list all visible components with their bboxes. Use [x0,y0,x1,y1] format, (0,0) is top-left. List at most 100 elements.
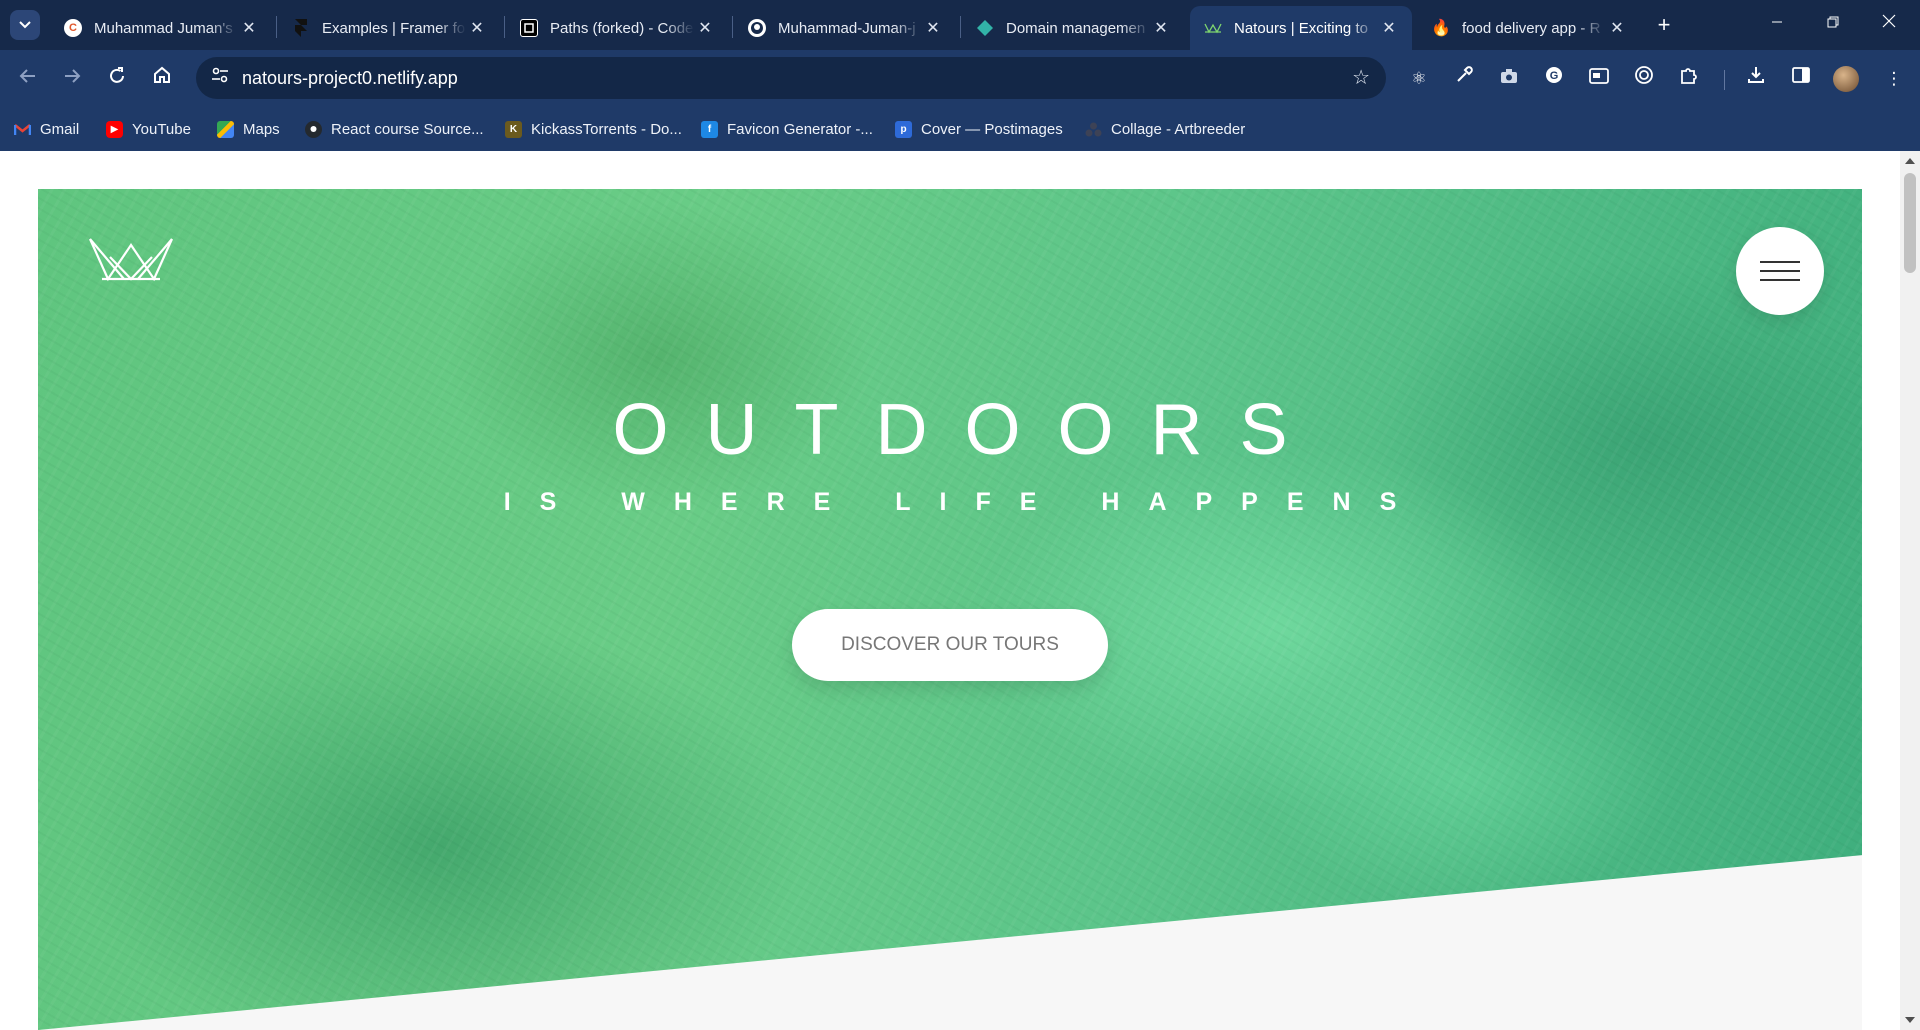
close-icon[interactable]: ✕ [238,18,260,38]
tab-search-button[interactable] [10,10,40,40]
back-button[interactable] [13,64,43,94]
hamburger-line [1760,261,1800,263]
bookmark-label: React course Source... [331,120,484,138]
arrow-right-icon [65,69,81,83]
reload-button[interactable] [102,64,132,94]
download-icon[interactable] [1742,65,1770,93]
bookmark-maps[interactable]: Maps [217,118,280,140]
close-icon [1882,14,1896,28]
home-icon [154,66,170,83]
extensions-puzzle-icon[interactable] [1675,65,1703,93]
tab-separator [504,16,505,38]
react-devtools-icon[interactable]: ⚛ [1405,65,1433,93]
bookmark-label: YouTube [132,120,191,138]
tab-title: food delivery app - R [1462,19,1601,37]
hamburger-line [1760,279,1800,281]
scroll-up-arrow-icon[interactable] [1905,158,1915,164]
kickass-icon: K [505,120,522,138]
discover-tours-button[interactable]: DISCOVER OUR TOURS [792,609,1108,681]
bookmark-star-icon[interactable]: ☆ [1352,65,1370,90]
profile-avatar[interactable] [1833,66,1859,92]
bookmark-youtube[interactable]: ▶ YouTube [106,118,191,140]
netlify-diamond-icon [976,19,994,37]
artbreeder-icon [1085,121,1102,138]
postimages-icon: p [895,120,912,138]
bookmark-postimages[interactable]: p Cover — Postimages [895,118,1063,140]
bookmark-label: KickassTorrents - Do... [531,120,682,138]
close-icon[interactable]: ✕ [922,18,944,38]
record-circle-icon[interactable] [1630,65,1658,93]
bookmark-favicon-generator[interactable]: f Favicon Generator -... [701,118,873,140]
site-settings-icon[interactable] [208,66,232,90]
tab-natours[interactable]: Natours | Exciting to ✕ [1190,6,1412,50]
tab-separator [732,16,733,38]
new-tab-button[interactable]: + [1650,12,1678,40]
arrow-left-icon [19,69,35,83]
maps-icon [217,120,234,138]
minimize-button[interactable] [1754,8,1800,40]
grammar-extension-icon[interactable]: G [1540,65,1568,93]
bookmark-label: Gmail [40,120,80,138]
bookmark-label: Collage - Artbreeder [1111,120,1246,138]
bookmark-label: Cover — Postimages [921,120,1063,138]
url-text[interactable]: natours-project0.netlify.app [242,68,458,89]
screenshot-camera-icon[interactable] [1495,65,1523,93]
chevron-down-icon [19,21,31,29]
natours-crown-logo-icon[interactable] [88,237,174,283]
tab-domain-management[interactable]: Domain managemen ✕ [962,6,1184,50]
close-icon[interactable]: ✕ [1150,18,1172,38]
forward-button[interactable] [57,64,87,94]
favicon-generator-icon: f [701,120,718,138]
hamburger-menu-button[interactable] [1736,227,1824,315]
tab-title: Muhammad-Juman-j [778,19,916,37]
tab-food-delivery[interactable]: 🔥 food delivery app - R ✕ [1418,6,1640,50]
tab-title: Paths (forked) - Code [550,19,694,37]
bookmarks-bar: Gmail ▶ YouTube Maps React course Source… [0,108,1920,151]
close-icon[interactable]: ✕ [466,18,488,38]
color-picker-icon[interactable] [1450,65,1478,93]
hero-title-main: OUTDOORS [612,390,1325,470]
bookmark-gmail[interactable]: Gmail [14,118,79,140]
tab-strip: C Muhammad Juman's ✕ Examples | Framer f… [0,0,1920,50]
address-bar[interactable]: natours-project0.netlify.app ☆ [196,57,1386,99]
bookmark-kickass[interactable]: K KickassTorrents - Do... [505,118,682,140]
bookmark-label: Favicon Generator -... [727,120,873,138]
bookmark-artbreeder[interactable]: Collage - Artbreeder [1085,118,1245,140]
hamburger-line [1760,270,1800,272]
close-icon[interactable]: ✕ [694,18,716,38]
tab-framer-examples[interactable]: Examples | Framer for ✕ [278,6,500,50]
close-icon[interactable]: ✕ [1606,18,1628,38]
toolbar-separator [1724,70,1725,90]
svg-text:G: G [1550,70,1559,82]
tab-paths-forked[interactable]: Paths (forked) - Code ✕ [506,6,728,50]
minimize-icon [1772,21,1782,23]
github-icon [305,120,322,138]
page-scrollbar[interactable] [1900,151,1920,1030]
framer-icon [292,19,310,37]
kebab-menu-icon[interactable]: ⋮ [1880,65,1908,93]
tab-separator [276,16,277,38]
tab-title: Examples | Framer for [322,19,466,37]
bookmark-label: Maps [243,120,280,138]
hero-title-sub: IS WHERE LIFE HAPPENS [503,488,1426,516]
close-window-button[interactable] [1866,8,1912,40]
browser-chrome: C Muhammad Juman's ✕ Examples | Framer f… [0,0,1920,151]
home-button[interactable] [147,64,177,94]
side-panel-icon[interactable] [1787,65,1815,93]
browser-toolbar: natours-project0.netlify.app ☆ ⚛ G ⋮ [0,50,1920,108]
picture-in-picture-icon[interactable] [1585,65,1613,93]
gmail-icon [14,121,31,138]
tab-muhammad-jumans[interactable]: C Muhammad Juman's ✕ [50,6,272,50]
close-icon[interactable]: ✕ [1378,18,1400,38]
tab-github-repo[interactable]: Muhammad-Juman-j ✕ [734,6,956,50]
scroll-down-arrow-icon[interactable] [1905,1017,1915,1023]
restore-icon [1827,16,1839,28]
reload-icon [110,67,124,83]
firebase-icon: 🔥 [1431,20,1451,37]
framer-c-icon: C [64,19,82,37]
restore-button[interactable] [1810,8,1856,40]
youtube-icon: ▶ [106,120,123,138]
tab-title: Domain managemen [1006,19,1146,37]
bookmark-react-course[interactable]: React course Source... [305,118,484,140]
scroll-thumb[interactable] [1904,173,1916,273]
